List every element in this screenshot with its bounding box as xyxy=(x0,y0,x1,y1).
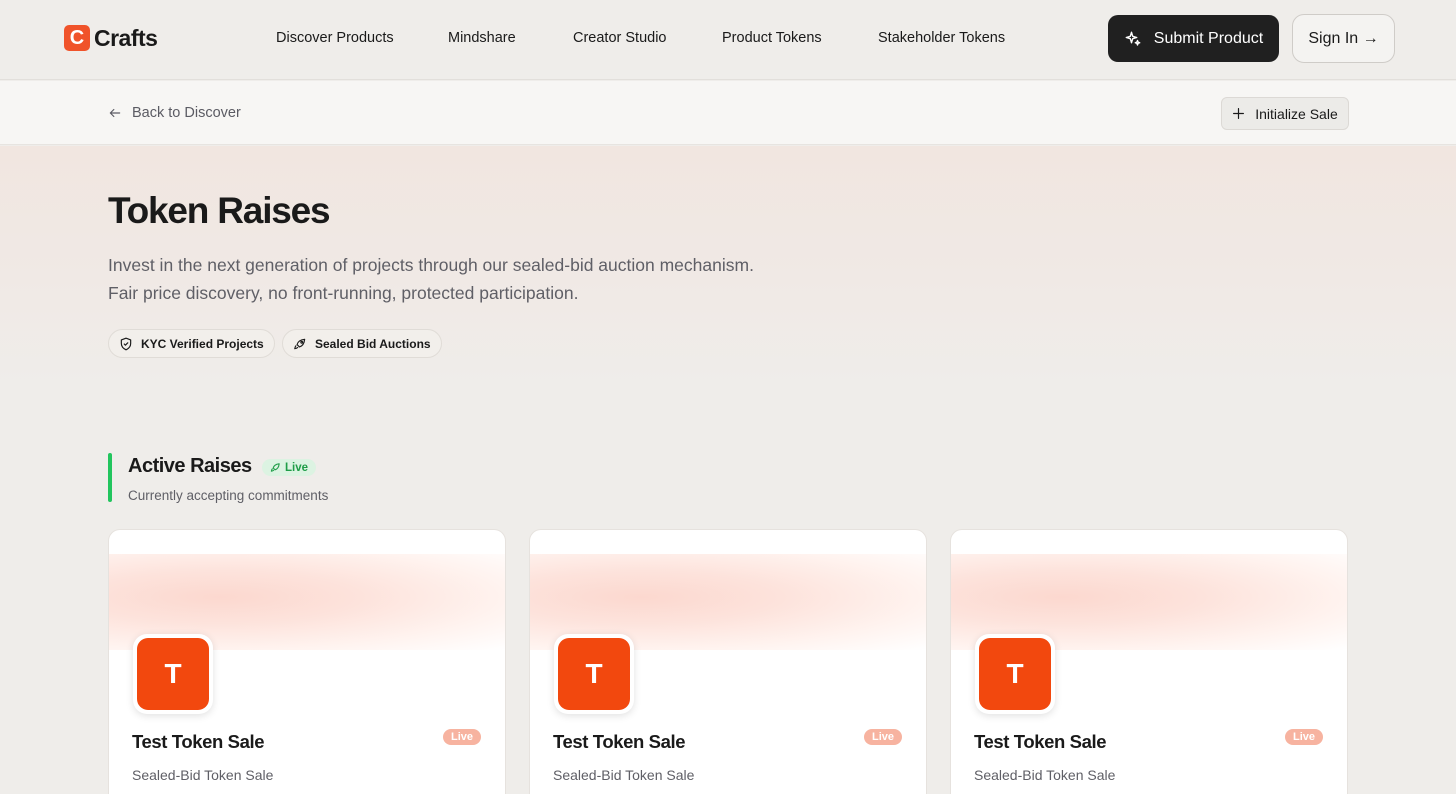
live-badge: Live xyxy=(262,459,317,476)
section-accent-bar xyxy=(108,453,112,502)
hero-description: Invest in the next generation of project… xyxy=(108,251,808,307)
chip-sealed-bid: Sealed Bid Auctions xyxy=(282,329,442,358)
arrow-left-icon xyxy=(109,108,121,118)
crafts-logo[interactable]: C Crafts xyxy=(64,24,158,52)
nav-creator-studio[interactable]: Creator Studio xyxy=(573,30,667,46)
live-badge-label: Live xyxy=(285,461,309,474)
nav-discover-products[interactable]: Discover Products xyxy=(276,30,394,46)
shield-icon xyxy=(120,337,132,350)
token-sale-card[interactable]: T Test Token Sale Live Sealed-Bid Token … xyxy=(950,529,1348,794)
rocket-icon xyxy=(270,463,280,472)
card-subtitle: Sealed-Bid Token Sale xyxy=(132,767,274,783)
nav-stakeholder-tokens[interactable]: Stakeholder Tokens xyxy=(878,30,1005,46)
card-subtitle: Sealed-Bid Token Sale xyxy=(553,767,695,783)
card-status-badge: Live xyxy=(1284,729,1323,745)
logo-text: Crafts xyxy=(94,24,158,51)
top-navbar: C Crafts Discover Products Mindshare Cre… xyxy=(0,0,1456,80)
initialize-sale-label: Initialize Sale xyxy=(1255,105,1338,122)
nav-product-tokens[interactable]: Product Tokens xyxy=(722,30,822,46)
sparkles-icon xyxy=(1125,31,1141,46)
card-title: Test Token Sale xyxy=(553,731,686,752)
project-avatar-letter: T xyxy=(137,638,209,710)
card-title: Test Token Sale xyxy=(132,731,265,752)
hero-description-line-2: Fair price discovery, no front-running, … xyxy=(108,283,579,303)
initialize-sale-button[interactable]: Initialize Sale xyxy=(1221,97,1349,130)
active-raises-subtitle: Currently accepting commitments xyxy=(128,488,329,503)
chip-kyc-verified: KYC Verified Projects xyxy=(108,329,275,358)
plus-icon xyxy=(1233,108,1245,119)
token-sale-card[interactable]: T Test Token Sale Live Sealed-Bid Token … xyxy=(108,529,506,794)
card-status-badge: Live xyxy=(863,729,902,745)
submit-product-label: Submit Product xyxy=(1153,29,1264,47)
back-to-discover-link[interactable]: Back to Discover xyxy=(108,105,241,121)
active-raises-title: Active Raises xyxy=(128,455,252,477)
sign-in-button[interactable]: Sign In → xyxy=(1292,14,1395,63)
card-subtitle: Sealed-Bid Token Sale xyxy=(974,767,1116,783)
project-avatar-letter: T xyxy=(979,638,1051,710)
logo-mark: C xyxy=(64,25,90,51)
back-to-discover-label: Back to Discover xyxy=(132,105,241,121)
page-title: Token Raises xyxy=(108,190,331,231)
sub-toolbar: Back to Discover Initialize Sale xyxy=(0,81,1456,145)
card-title: Test Token Sale xyxy=(974,731,1107,752)
submit-product-button[interactable]: Submit Product xyxy=(1108,15,1279,62)
project-avatar-letter: T xyxy=(558,638,630,710)
chip-sealed-bid-label: Sealed Bid Auctions xyxy=(315,336,431,351)
card-status-badge: Live xyxy=(442,729,481,745)
sign-in-label: Sign In → xyxy=(1308,29,1379,47)
chip-kyc-label: KYC Verified Projects xyxy=(141,336,264,351)
project-avatar: T xyxy=(133,634,213,714)
project-avatar: T xyxy=(554,634,634,714)
token-sale-card[interactable]: T Test Token Sale Live Sealed-Bid Token … xyxy=(529,529,927,794)
nav-mindshare[interactable]: Mindshare xyxy=(448,30,516,46)
project-avatar: T xyxy=(975,634,1055,714)
rocket-icon xyxy=(294,338,306,349)
hero-description-line-1: Invest in the next generation of project… xyxy=(108,255,754,275)
